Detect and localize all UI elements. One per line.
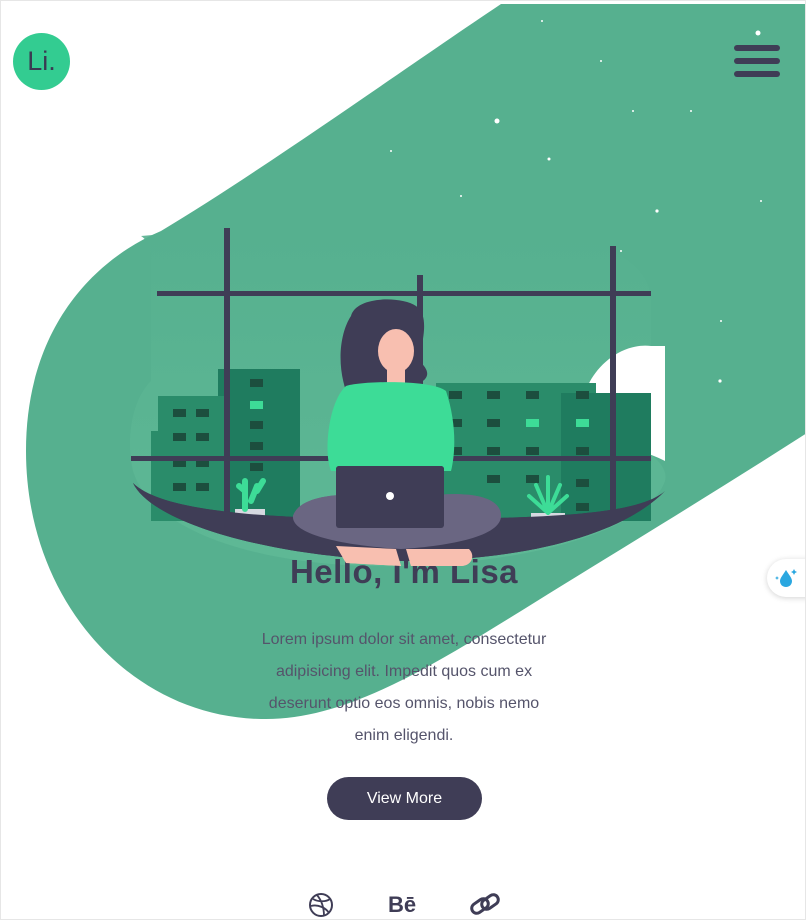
side-widget[interactable]	[767, 559, 805, 597]
link-button[interactable]	[467, 889, 503, 919]
behance-link[interactable]: Bē	[381, 889, 423, 919]
link-icon	[470, 893, 500, 915]
dribbble-link[interactable]	[305, 889, 337, 919]
water-drop-sparkle-icon	[775, 569, 797, 587]
hero-description: Lorem ipsum dolor sit amet, consectetur …	[261, 631, 547, 744]
dribbble-icon	[309, 893, 333, 917]
view-more-button[interactable]: View More	[327, 777, 482, 820]
page: Li. Hello, I'm Lisa Lorem ipsum dolor si…	[0, 0, 806, 920]
